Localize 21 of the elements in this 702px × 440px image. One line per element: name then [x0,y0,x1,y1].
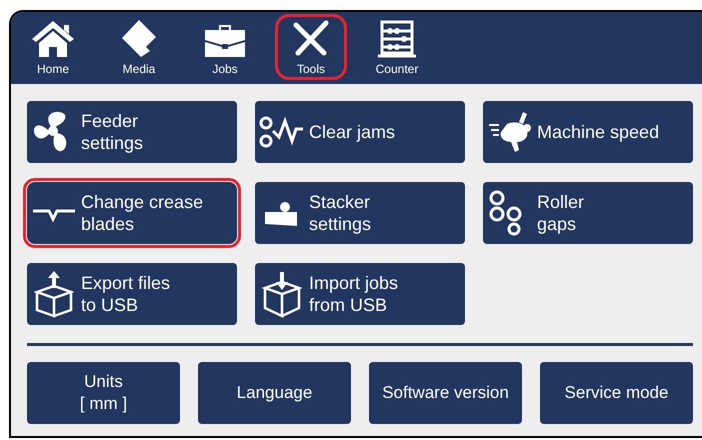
option-button[interactable]: Software version [369,362,522,424]
tool-button[interactable]: Feeder settings [27,101,237,163]
tool-button[interactable]: Export files to USB [27,263,237,325]
nav-tab[interactable]: Tools [275,14,347,80]
box-download-icon [259,270,305,318]
nav-tab[interactable]: Home [17,14,89,80]
tool-button[interactable]: Machine speed [483,101,693,163]
nav-tab[interactable]: Media [103,14,175,80]
tool-button[interactable]: Stacker settings [255,182,465,244]
nav-tab[interactable]: Counter [361,14,433,80]
option-button[interactable]: Language [198,362,351,424]
tool-button[interactable]: Clear jams [255,101,465,163]
option-button[interactable]: Units [ mm ] [27,362,180,424]
circles-zigzag-icon [259,115,305,149]
box-upload-icon [31,270,77,318]
tool-button[interactable]: Import jobs from USB [255,263,465,325]
tool-button[interactable]: Roller gaps [483,182,693,244]
nav-tab[interactable]: Jobs [189,14,261,80]
home-icon [30,19,76,59]
option-button[interactable]: Service mode [540,362,693,424]
tool-button[interactable]: Change crease blades [27,182,237,244]
